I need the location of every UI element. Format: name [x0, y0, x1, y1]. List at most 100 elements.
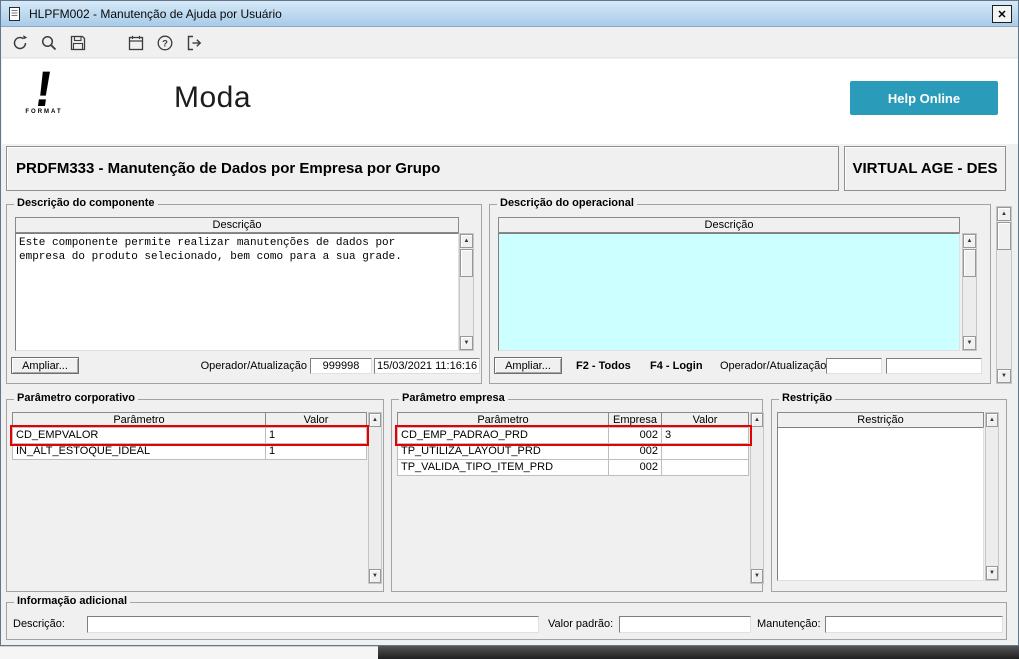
app-header: ! FORMAT Moda Help Online [2, 59, 1018, 144]
manutencao-label: Manutenção: [757, 618, 821, 630]
company-parameter-group: Parâmetro empresa Parâmetro Empresa Valo… [391, 392, 764, 592]
calendar-button[interactable] [124, 31, 148, 55]
column-header-restricao: Restrição [777, 412, 984, 428]
scroll-up-button[interactable]: ▲ [963, 234, 976, 248]
component-description-textarea[interactable]: Este componente permite realizar manuten… [15, 233, 459, 351]
corporate-parameter-legend: Parâmetro corporativo [14, 392, 138, 404]
search-button[interactable] [37, 31, 61, 55]
scrollbar-track[interactable] [460, 248, 473, 336]
restriction-legend: Restrição [779, 392, 836, 404]
right-edge-scrollbar[interactable]: ▲ ▼ [996, 206, 1012, 384]
undo-button[interactable] [8, 31, 32, 55]
window-icon [7, 6, 23, 22]
operational-description-scrollbar[interactable]: ▲ ▼ [962, 233, 977, 351]
scroll-down-button[interactable]: ▼ [986, 566, 998, 580]
operational-description-textarea[interactable] [498, 233, 960, 351]
scroll-up-button[interactable]: ▲ [997, 207, 1011, 221]
component-atualizacao-field[interactable] [374, 358, 480, 374]
component-operador-field[interactable] [310, 358, 372, 374]
scrollbar-track[interactable] [751, 427, 763, 569]
operational-operador-field[interactable] [826, 358, 882, 374]
scrollbar-thumb[interactable] [997, 222, 1011, 250]
param-cell[interactable]: TP_VALIDA_TIPO_ITEM_PRD [397, 459, 609, 476]
restriction-group: Restrição Restrição ▲ ▼ [771, 392, 1007, 592]
help-button[interactable]: ? [153, 31, 177, 55]
restriction-list[interactable] [777, 427, 984, 581]
company-cell[interactable]: 002 [608, 427, 662, 444]
component-description-legend: Descrição do componente [14, 197, 158, 209]
module-title: Moda [174, 81, 252, 114]
scrollbar-thumb[interactable] [460, 249, 473, 277]
scroll-up-button[interactable]: ▲ [986, 413, 998, 427]
scrollbar-track[interactable] [369, 427, 381, 569]
component-description-group: Descrição do componente Descrição Este c… [6, 197, 482, 384]
taskbar-strip [378, 646, 1019, 659]
scroll-down-button[interactable]: ▼ [997, 369, 1011, 383]
exit-button[interactable] [182, 31, 206, 55]
help-online-button[interactable]: Help Online [850, 81, 998, 115]
save-icon [69, 34, 87, 52]
value-cell[interactable]: 1 [265, 427, 367, 444]
calendar-icon [127, 34, 145, 52]
company-cell[interactable]: 002 [608, 443, 662, 460]
operational-description-legend: Descrição do operacional [497, 197, 637, 209]
corporate-parameter-group: Parâmetro corporativo Parâmetro Valor CD… [6, 392, 384, 592]
column-header-parametro: Parâmetro [397, 412, 609, 428]
environment-label: VIRTUAL AGE - DES [844, 146, 1006, 191]
scrollbar-track[interactable] [997, 221, 1011, 369]
column-header-parametro: Parâmetro [12, 412, 266, 428]
operational-operador-label: Operador/Atualização [720, 360, 827, 372]
component-description-text: Este componente permite realizar manuten… [19, 237, 402, 263]
company-cell[interactable]: 002 [608, 459, 662, 476]
valor-padrao-label: Valor padrão: [548, 618, 614, 630]
scroll-down-button[interactable]: ▼ [963, 336, 976, 350]
column-header-valor: Valor [661, 412, 749, 428]
scroll-down-button[interactable]: ▼ [369, 569, 381, 583]
company-parameter-legend: Parâmetro empresa [399, 392, 508, 404]
main-toolbar: ? [2, 28, 1018, 58]
component-ampliar-button[interactable]: Ampliar... [11, 357, 79, 374]
scroll-down-button[interactable]: ▼ [751, 569, 763, 583]
scrollbar-thumb[interactable] [963, 249, 976, 277]
manutencao-input[interactable] [825, 616, 1003, 633]
value-cell[interactable] [661, 459, 749, 476]
scrollbar-track[interactable] [963, 248, 976, 336]
window-titlebar: HLPFM002 - Manutenção de Ajuda por Usuár… [1, 1, 1018, 27]
scroll-up-button[interactable]: ▲ [369, 413, 381, 427]
scroll-up-button[interactable]: ▲ [460, 234, 473, 248]
f4-login-label: F4 - Login [650, 360, 703, 372]
param-cell[interactable]: TP_UTILIZA_LAYOUT_PRD [397, 443, 609, 460]
format-logo: ! FORMAT [14, 61, 74, 117]
value-cell[interactable] [661, 443, 749, 460]
param-cell[interactable]: CD_EMP_PADRAO_PRD [397, 427, 609, 444]
param-cell[interactable]: CD_EMPVALOR [12, 427, 266, 444]
component-operador-label: Operador/Atualização [200, 360, 307, 372]
save-button[interactable] [66, 31, 90, 55]
desktop-strip-light [0, 646, 378, 659]
svg-text:?: ? [162, 38, 168, 49]
component-description-column-header: Descrição [15, 217, 459, 233]
value-cell[interactable]: 3 [661, 427, 749, 444]
scroll-down-button[interactable]: ▼ [460, 336, 473, 350]
component-description-scrollbar[interactable]: ▲ ▼ [459, 233, 474, 351]
close-button[interactable]: ✕ [992, 5, 1012, 23]
column-header-empresa: Empresa [608, 412, 662, 428]
search-icon [40, 34, 58, 52]
descricao-input[interactable] [87, 616, 539, 633]
valor-padrao-input[interactable] [619, 616, 751, 633]
value-cell[interactable]: 1 [265, 443, 367, 460]
app-window: HLPFM002 - Manutenção de Ajuda por Usuár… [0, 0, 1019, 646]
param-cell[interactable]: IN_ALT_ESTOQUE_IDEAL [12, 443, 266, 460]
additional-info-legend: Informação adicional [14, 595, 131, 607]
exit-icon [185, 34, 203, 52]
company-parameter-scrollbar[interactable]: ▲ ▼ [750, 412, 764, 584]
scroll-up-button[interactable]: ▲ [751, 413, 763, 427]
corporate-parameter-scrollbar[interactable]: ▲ ▼ [368, 412, 382, 584]
operational-description-group: Descrição do operacional Descrição ▲ ▼ A… [489, 197, 991, 384]
operational-atualizacao-field[interactable] [886, 358, 982, 374]
desktop-strip [0, 646, 1019, 659]
restriction-scrollbar[interactable]: ▲ ▼ [985, 412, 999, 581]
undo-icon [11, 34, 29, 52]
scrollbar-track[interactable] [986, 427, 998, 566]
operational-ampliar-button[interactable]: Ampliar... [494, 357, 562, 374]
